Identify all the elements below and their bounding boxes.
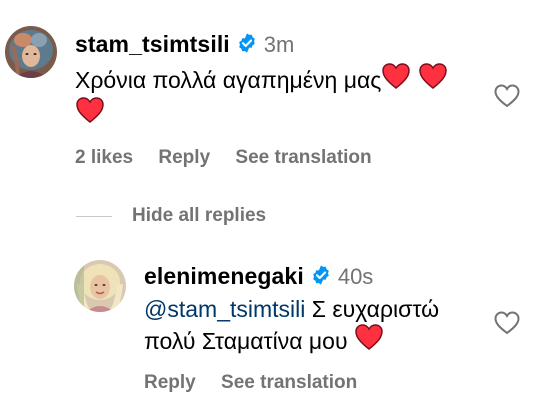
comment: stam_tsimtsili 3m Χρόνια πολλά αγαπημένη …: [0, 0, 543, 190]
comment-text: Χρόνια πολλά αγαπημένη μας: [75, 67, 382, 93]
red-heart-emoji: [418, 62, 448, 98]
avatar[interactable]: [5, 26, 57, 78]
like-button[interactable]: [494, 311, 520, 340]
red-heart-emoji: [75, 96, 105, 132]
hide-replies-label: Hide all replies: [132, 205, 267, 226]
comment-time: 3m: [263, 32, 295, 57]
heart-outline-icon: [494, 84, 520, 108]
hide-replies-toggle[interactable]: Hide all replies: [76, 205, 266, 227]
see-translation-link[interactable]: See translation: [221, 372, 357, 393]
username[interactable]: elenimenegaki: [144, 263, 304, 289]
divider: [76, 215, 112, 217]
comment-time: 40s: [337, 264, 374, 289]
verified-badge-icon: [310, 264, 332, 291]
reply-text: Σ ευχαριστώ: [305, 296, 440, 322]
avatar[interactable]: [74, 260, 126, 312]
red-heart-emoji: [381, 62, 411, 98]
see-translation-link[interactable]: See translation: [235, 147, 371, 168]
heart-outline-icon: [494, 311, 520, 335]
likes-count[interactable]: 2 likes: [75, 147, 133, 168]
red-heart-emoji: [354, 323, 384, 359]
reply-button[interactable]: Reply: [158, 147, 210, 168]
like-button[interactable]: [494, 84, 520, 113]
reply-comment: elenimenegaki 40s @stam_tsimtsili Σ ευχαρ…: [0, 240, 543, 412]
mention-link[interactable]: @stam_tsimtsili: [144, 296, 305, 322]
reply-text-line2: πολύ Σταματίνα μου: [144, 328, 348, 354]
verified-badge-icon: [236, 32, 258, 59]
username[interactable]: stam_tsimtsili: [75, 31, 230, 57]
reply-button[interactable]: Reply: [144, 372, 196, 393]
